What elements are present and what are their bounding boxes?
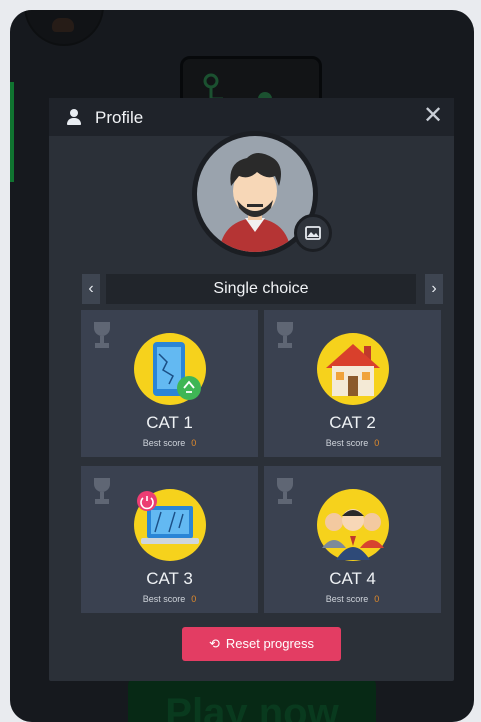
- phone-screen: Play now Profile ✕ ‹ Single choice › CAT…: [10, 10, 474, 722]
- best-score: Best score 0: [81, 438, 258, 448]
- business-people-icon: [316, 488, 390, 562]
- category-card-4[interactable]: CAT 4 Best score 0: [264, 466, 441, 613]
- reset-progress-button[interactable]: ⟲ Reset progress: [182, 627, 341, 661]
- best-score-label: Best score: [142, 594, 186, 604]
- trophy-icon: [274, 322, 296, 352]
- best-score-value: 0: [374, 594, 380, 604]
- trophy-icon: [91, 322, 113, 352]
- image-icon: [305, 226, 321, 240]
- best-score-label: Best score: [142, 438, 186, 448]
- change-avatar-button[interactable]: [294, 214, 332, 252]
- modal-title: Profile: [95, 108, 144, 127]
- best-score-value: 0: [191, 438, 197, 448]
- best-score-value: 0: [191, 594, 197, 604]
- broken-laptop-icon: [133, 488, 207, 562]
- reset-icon: ⟲: [208, 636, 220, 651]
- house-icon: [316, 332, 390, 406]
- best-score: Best score 0: [81, 594, 258, 604]
- category-card-3[interactable]: CAT 3 Best score 0: [81, 466, 258, 613]
- profile-modal: Profile ✕ ‹ Single choice › CAT 1 Best s…: [49, 98, 454, 681]
- broken-phone-icon: [133, 332, 207, 406]
- category-name: CAT 2: [329, 413, 376, 432]
- best-score: Best score 0: [264, 438, 441, 448]
- user-icon: [67, 109, 81, 125]
- next-mode-button[interactable]: ›: [425, 274, 443, 304]
- best-score-label: Best score: [325, 594, 369, 604]
- reset-progress-label: Reset progress: [225, 636, 315, 651]
- trophy-icon: [91, 478, 113, 508]
- category-card-2[interactable]: CAT 2 Best score 0: [264, 310, 441, 457]
- close-icon[interactable]: ✕: [423, 104, 443, 128]
- best-score: Best score 0: [264, 594, 441, 604]
- category-name: CAT 1: [146, 413, 193, 432]
- mode-selector-label: Single choice: [106, 274, 416, 304]
- trophy-icon: [274, 478, 296, 508]
- category-card-1[interactable]: CAT 1 Best score 0: [81, 310, 258, 457]
- category-name: CAT 4: [329, 569, 376, 588]
- best-score-value: 0: [374, 438, 380, 448]
- best-score-label: Best score: [325, 438, 369, 448]
- previous-mode-button[interactable]: ‹: [82, 274, 100, 304]
- category-name: CAT 3: [146, 569, 193, 588]
